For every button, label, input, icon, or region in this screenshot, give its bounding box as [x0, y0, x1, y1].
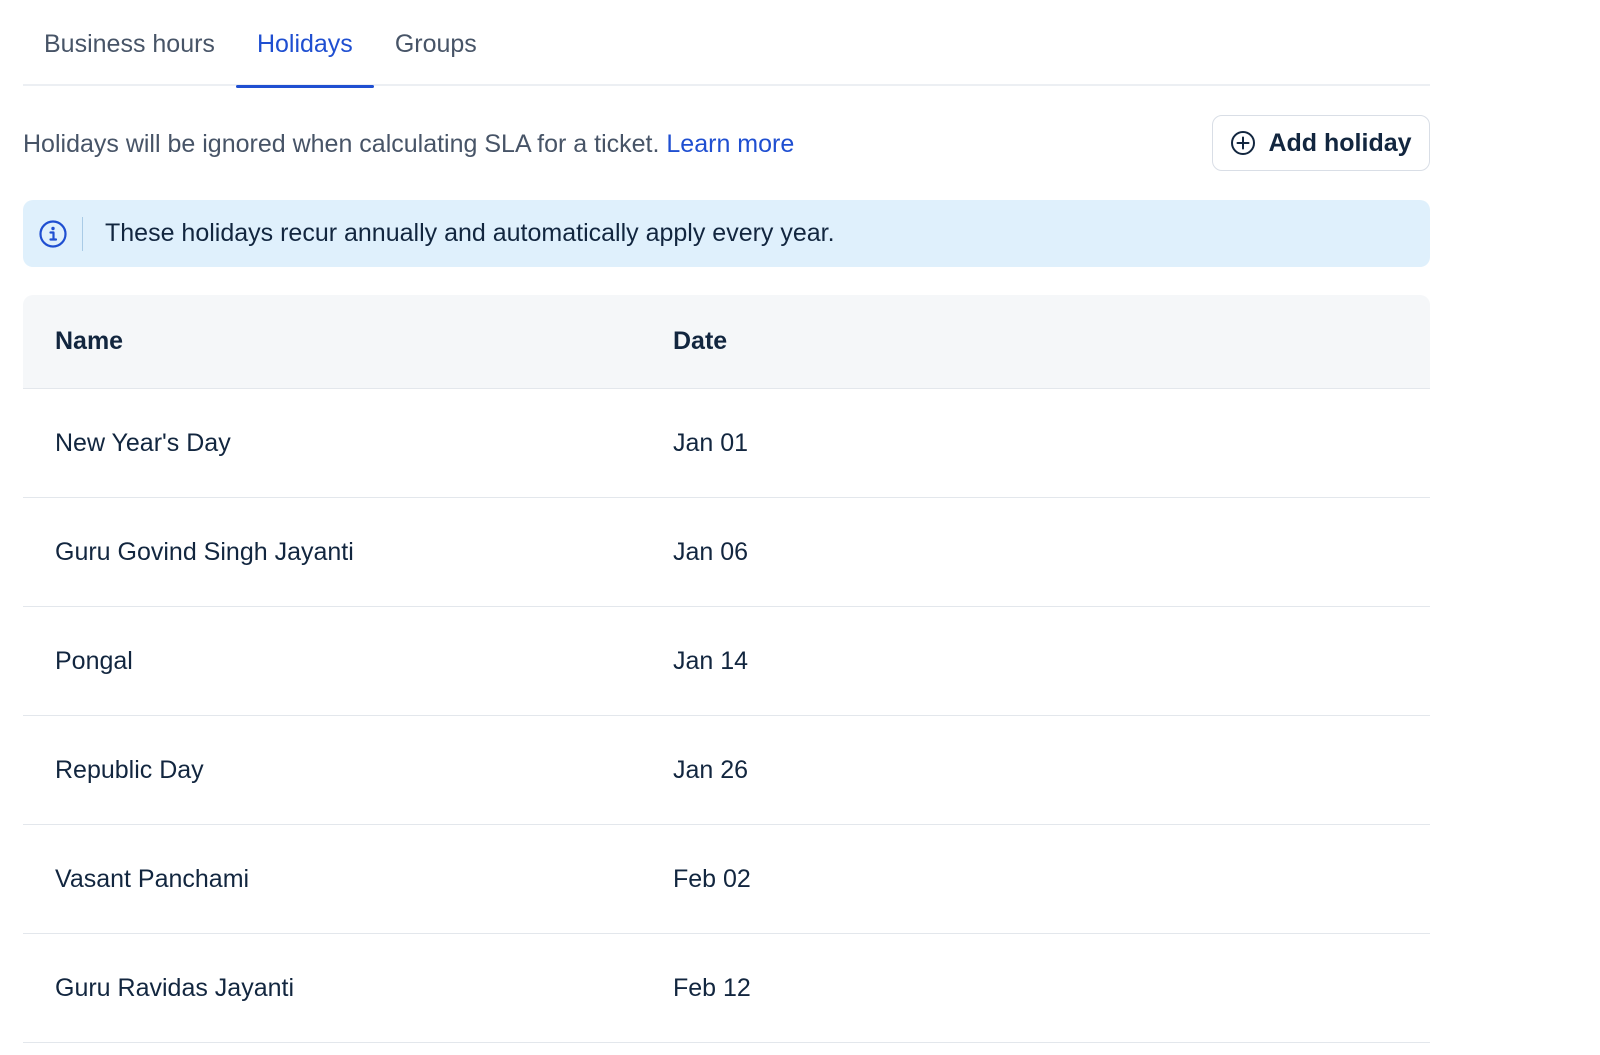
content-area: Business hours Holidays Groups Holidays … — [23, 0, 1430, 1043]
holiday-date: Feb 12 — [673, 973, 751, 1002]
table-row[interactable]: Republic Day Jan 26 — [23, 716, 1430, 825]
plus-circle-icon — [1231, 131, 1256, 155]
holiday-date: Jan 26 — [673, 755, 749, 784]
holiday-name: New Year's Day — [55, 428, 231, 457]
add-holiday-label: Add holiday — [1268, 128, 1412, 157]
add-holiday-button[interactable]: Add holiday — [1212, 115, 1430, 171]
tab-groups[interactable]: Groups — [374, 0, 498, 86]
tab-bar: Business hours Holidays Groups — [23, 0, 1430, 88]
description-text: Holidays will be ignored when calculatin… — [23, 129, 794, 159]
table-header: Name Date — [23, 295, 1430, 389]
description-row: Holidays will be ignored when calculatin… — [23, 86, 1430, 200]
holiday-date: Jan 14 — [673, 646, 749, 675]
holiday-date: Feb 02 — [673, 864, 751, 893]
holidays-table: Name Date New Year's Day Jan 01 Guru Gov… — [23, 295, 1430, 1043]
info-banner-text: These holidays recur annually and automa… — [105, 219, 835, 247]
table-row[interactable]: Vasant Panchami Feb 02 — [23, 825, 1430, 934]
holiday-name: Guru Ravidas Jayanti — [55, 973, 295, 1002]
holiday-name: Pongal — [55, 646, 133, 675]
holiday-date: Jan 06 — [673, 537, 749, 566]
tab-business-hours[interactable]: Business hours — [23, 0, 236, 86]
holiday-name: Vasant Panchami — [55, 864, 250, 893]
info-icon — [38, 219, 68, 249]
holiday-name: Guru Govind Singh Jayanti — [55, 537, 354, 566]
learn-more-link[interactable]: Learn more — [666, 130, 794, 158]
holiday-date: Jan 01 — [673, 428, 749, 457]
table-row[interactable]: New Year's Day Jan 01 — [23, 389, 1430, 498]
info-divider — [82, 216, 83, 251]
table-row[interactable]: Guru Govind Singh Jayanti Jan 06 — [23, 498, 1430, 607]
info-banner: These holidays recur annually and automa… — [23, 200, 1430, 267]
holidays-settings-page: Business hours Holidays Groups Holidays … — [0, 0, 1600, 1055]
table-row[interactable]: Guru Ravidas Jayanti Feb 12 — [23, 934, 1430, 1043]
tab-holidays[interactable]: Holidays — [235, 0, 374, 88]
table-row[interactable]: Pongal Jan 14 — [23, 607, 1430, 716]
column-header-name: Name — [55, 327, 124, 355]
holiday-name: Republic Day — [55, 755, 204, 784]
description-body: Holidays will be ignored when calculatin… — [23, 130, 660, 158]
column-header-date: Date — [673, 327, 728, 355]
